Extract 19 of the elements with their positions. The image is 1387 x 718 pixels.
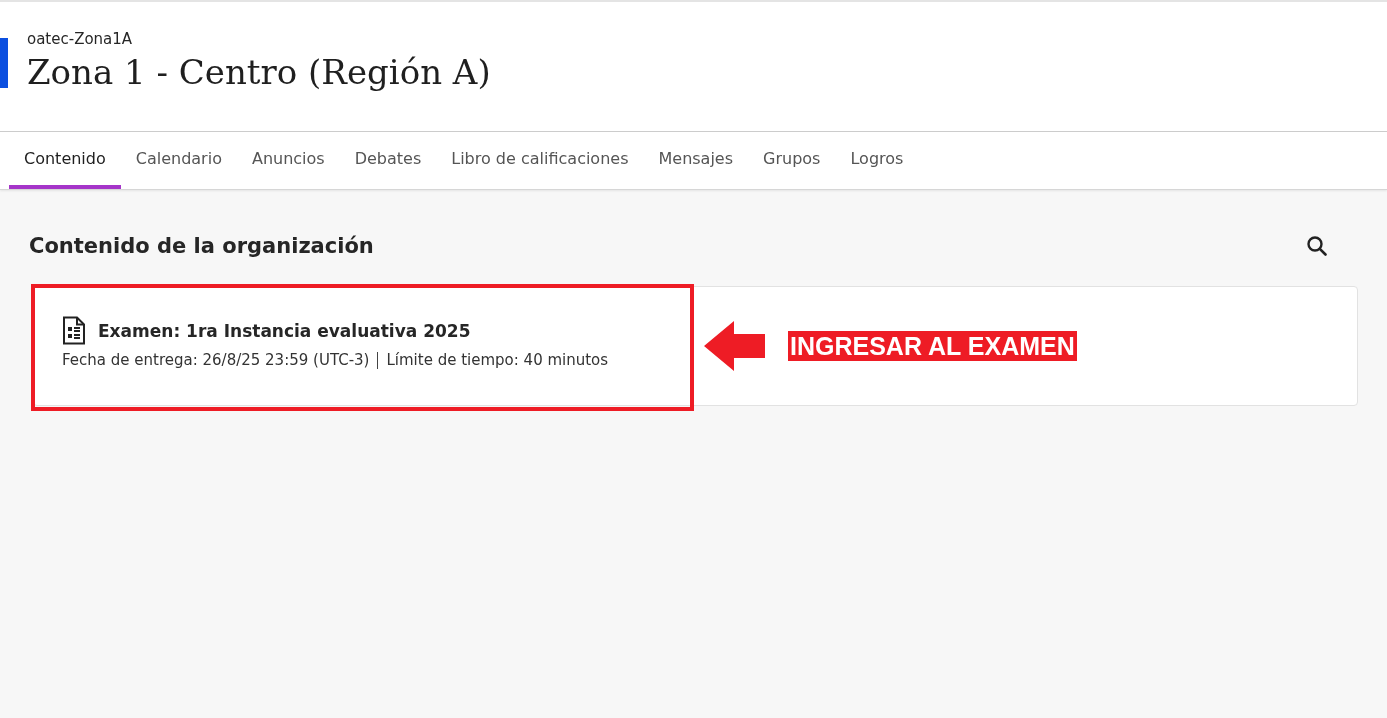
tab[interactable]: Calendario [120, 132, 237, 189]
exam-link[interactable]: Examen: 1ra Instancia evaluativa 2025 [98, 320, 471, 341]
arrow-icon [704, 321, 766, 371]
time-limit: Límite de tiempo: 40 minutos [386, 351, 609, 369]
tab[interactable]: Contenido [9, 132, 121, 189]
tab[interactable]: Anuncios [236, 132, 340, 189]
course-code: oatec-Zona1A [27, 30, 134, 48]
accent-bar [0, 38, 8, 88]
tab[interactable]: Debates [339, 132, 437, 189]
annotation-label: INGRESAR AL EXAMEN [788, 331, 1077, 361]
search-icon[interactable] [1306, 235, 1328, 257]
tab[interactable]: Mensajes [643, 132, 749, 189]
due-date: Fecha de entrega: 26/8/25 23:59 (UTC-3) [62, 351, 370, 369]
course-title: Zona 1 - Centro (Región A) [27, 52, 491, 92]
tab[interactable]: Libro de calificaciones [436, 132, 644, 189]
section-heading: Contenido de la organización [29, 234, 374, 258]
tab[interactable]: Logros [835, 132, 919, 189]
tab[interactable]: Grupos [748, 132, 836, 189]
test-document-icon [62, 316, 86, 345]
